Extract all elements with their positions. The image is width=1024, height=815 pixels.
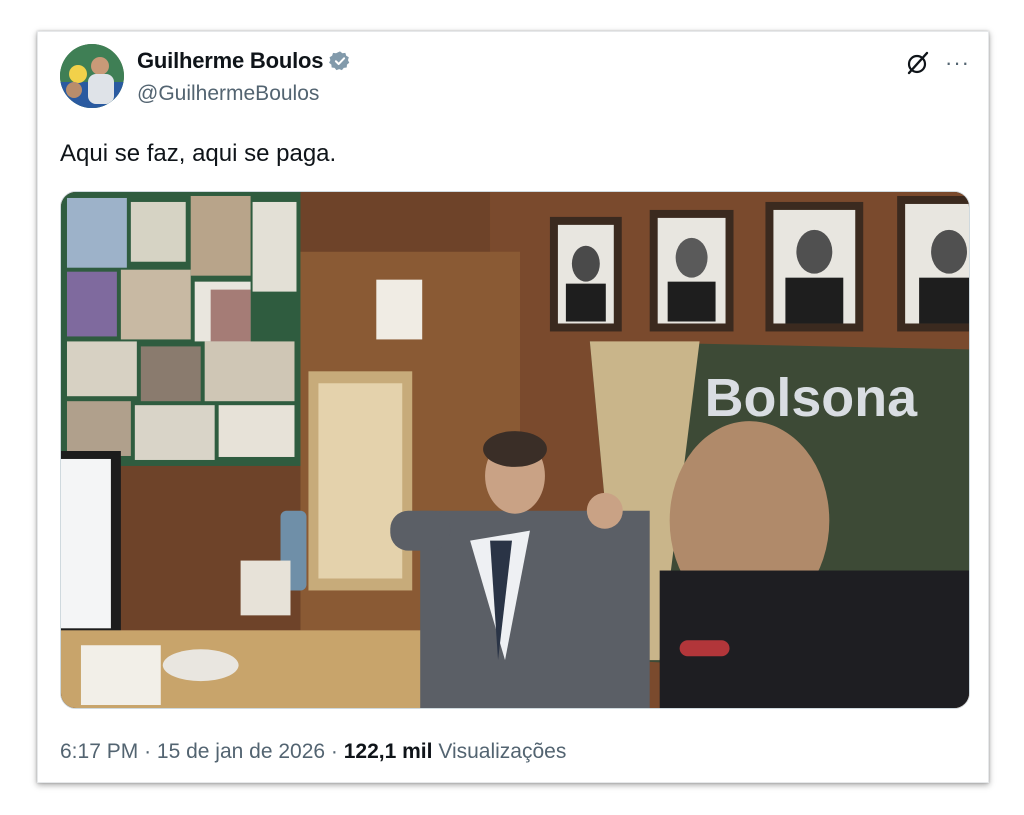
views-label[interactable]: Visualizações xyxy=(438,740,566,763)
timestamp-date[interactable]: 15 de jan de 2026 xyxy=(157,740,325,763)
tweet-text: Aqui se faz, aqui se paga. xyxy=(60,140,337,167)
banner-text: Bolsona xyxy=(705,368,919,428)
verified-badge-icon xyxy=(329,51,350,71)
timestamp-time[interactable]: 6:17 PM xyxy=(60,740,138,763)
handle[interactable]: @GuilhermeBoulos xyxy=(137,82,319,106)
views-count[interactable]: 122,1 mil xyxy=(344,740,433,763)
separator: · xyxy=(144,740,152,763)
video-media[interactable]: Bolsona xyxy=(60,191,970,709)
grok-icon[interactable] xyxy=(905,50,931,76)
video-frame: Bolsona xyxy=(61,192,969,708)
avatar[interactable] xyxy=(60,44,124,108)
separator: · xyxy=(330,740,338,763)
tweet-card[interactable]: Guilherme Boulos @GuilhermeBoulos ··· Aq… xyxy=(37,31,989,783)
display-name[interactable]: Guilherme Boulos xyxy=(137,48,323,74)
tweet-meta: 6:17 PM · 15 de jan de 2026 · 122,1 mil … xyxy=(60,740,566,764)
more-icon[interactable]: ··· xyxy=(945,52,970,74)
